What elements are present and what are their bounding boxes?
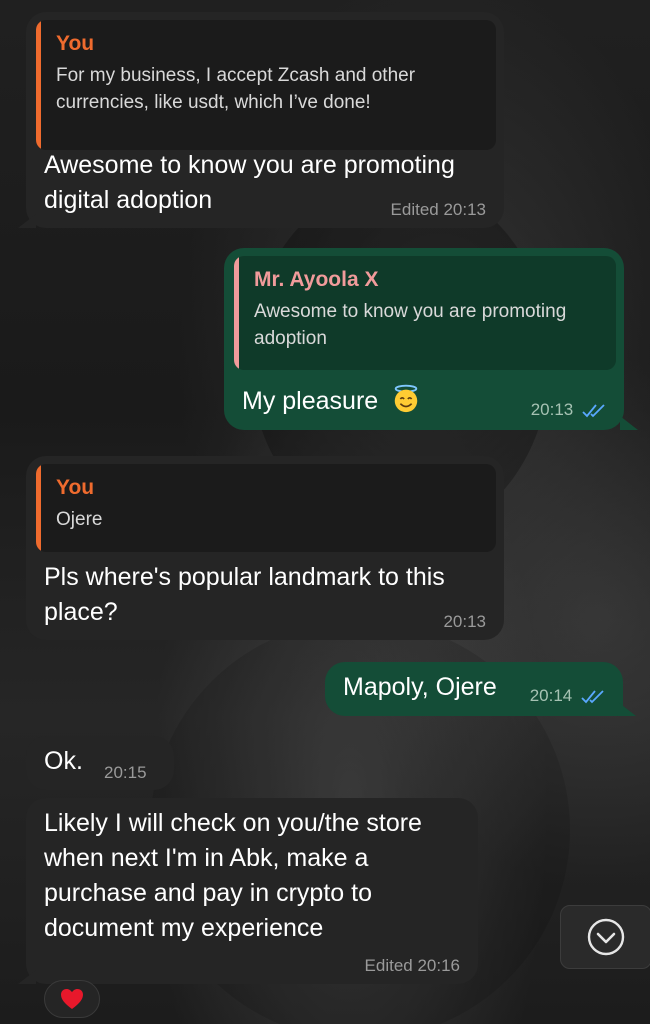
chat-message-list[interactable]: You For my business, I accept Zcash and …	[0, 0, 650, 1024]
message-bubble-incoming[interactable]: You For my business, I accept Zcash and …	[26, 12, 504, 228]
quote-text: Ojere	[56, 509, 103, 530]
message-time: 20:13	[530, 400, 574, 419]
message-text: Ok.	[44, 747, 83, 775]
message-bubble-outgoing[interactable]: Mapoly, Ojere 20:14	[325, 662, 623, 716]
chevron-down-circle-icon	[587, 918, 625, 956]
message-text-row: My pleasure	[242, 384, 421, 419]
quote-author: You	[56, 32, 95, 55]
reply-quote[interactable]: You For my business, I accept Zcash and …	[36, 20, 496, 150]
scroll-to-bottom-button[interactable]	[560, 905, 650, 969]
reply-quote[interactable]: You Ojere	[36, 464, 496, 552]
quote-author: Mr. Ayoola X	[254, 268, 379, 291]
quote-accent-bar	[234, 256, 239, 370]
message-bubble-incoming[interactable]: You Ojere Pls where's popular landmark t…	[26, 456, 504, 640]
message-time: 20:14	[529, 686, 573, 705]
message-meta: Edited 20:13	[390, 200, 486, 219]
quote-text: For my business, I accept Zcash and othe…	[56, 65, 416, 113]
message-bubble-outgoing[interactable]: Mr. Ayoola X Awesome to know you are pro…	[224, 248, 624, 430]
reply-quote[interactable]: Mr. Ayoola X Awesome to know you are pro…	[234, 256, 616, 370]
message-meta: 20:13	[531, 400, 606, 420]
bubble-tail	[620, 416, 638, 430]
message-text: My pleasure	[242, 387, 379, 415]
smiling-face-with-halo-icon	[394, 384, 418, 413]
message-time: 20:13	[443, 612, 486, 631]
message-time: 20:15	[104, 763, 147, 782]
read-ticks-icon	[581, 689, 604, 703]
message-bubble-incoming[interactable]: Likely I will check on you/the store whe…	[26, 798, 478, 984]
message-text: Mapoly, Ojere	[343, 673, 497, 701]
message-meta: Edited 20:16	[364, 956, 460, 975]
message-reaction[interactable]	[44, 980, 100, 1018]
quote-accent-bar	[36, 464, 41, 552]
read-ticks-icon	[582, 403, 605, 417]
message-text: Pls where's popular landmark to this pla…	[44, 563, 445, 626]
message-bubble-incoming[interactable]: Ok. 20:15	[26, 736, 174, 790]
message-text: Likely I will check on you/the store whe…	[44, 809, 422, 942]
quote-author: You	[56, 476, 95, 499]
message-meta: 20:14	[530, 686, 605, 706]
quote-accent-bar	[36, 20, 41, 150]
heart-icon	[61, 989, 83, 1009]
quote-text: Awesome to know you are promoting adopti…	[254, 301, 567, 349]
